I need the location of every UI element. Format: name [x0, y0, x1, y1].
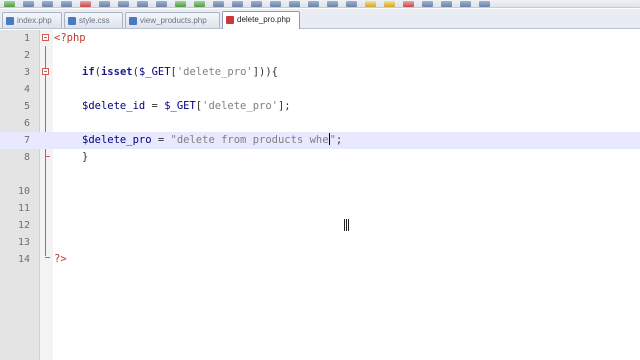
replace-icon[interactable] [232, 1, 243, 7]
code-line: 1 <?php [0, 30, 640, 47]
code-line: 4 [0, 81, 640, 98]
line-number: 2 [23, 50, 30, 61]
tab-view-products-php[interactable]: view_products.php [125, 12, 220, 28]
keyword-isset: isset [100, 66, 133, 78]
line-number: 3 [23, 67, 30, 78]
close-brace: } [82, 151, 89, 163]
code-line: 3 if(isset($_GET['delete_pro'])){ [0, 64, 640, 81]
line-number: 8 [23, 152, 30, 163]
code-text: $delete_pro = "delete from products whe"… [82, 132, 342, 149]
stop-macro-icon[interactable] [422, 1, 433, 7]
sync-scroll-icon[interactable] [289, 1, 300, 7]
statement-end: ]; [277, 100, 291, 112]
code-line: 8 } [0, 149, 640, 166]
code-line: 10 [0, 183, 640, 200]
code-text: ?> [54, 251, 67, 268]
tab-label: view_products.php [140, 16, 207, 25]
code-text: if(isset($_GET['delete_pro'])){ [82, 64, 278, 81]
tab-label: delete_pro.php [237, 15, 291, 24]
zoom-in-icon[interactable] [251, 1, 262, 7]
unsaved-file-icon [226, 16, 234, 24]
line-number: 6 [23, 118, 30, 129]
save-macro-icon[interactable] [479, 1, 490, 7]
tab-delete-pro-php[interactable]: delete_pro.php [222, 11, 300, 29]
copy-icon[interactable] [137, 1, 148, 7]
toolbar [0, 0, 640, 8]
code-text: $delete_id = $_GET['delete_pro']; [82, 98, 291, 115]
cut-icon[interactable] [118, 1, 129, 7]
save-all-icon[interactable] [61, 1, 72, 7]
new-file-icon[interactable] [4, 1, 15, 7]
zoom-out-icon[interactable] [270, 1, 281, 7]
variable-get: $_GET [138, 66, 171, 78]
show-all-chars-icon[interactable] [327, 1, 338, 7]
semicolon: ; [335, 134, 343, 146]
assign-op: = [151, 134, 171, 146]
tab-bar: index.php style.css view_products.php de… [0, 9, 640, 29]
code-text: <?php [54, 30, 86, 47]
line-number: 5 [23, 101, 30, 112]
string-key: 'delete_pro' [202, 100, 278, 112]
indent-guide-icon[interactable] [346, 1, 357, 7]
record-macro-icon[interactable] [403, 1, 414, 7]
variable-delete-id: $delete_id [82, 100, 146, 112]
tab-label: style.css [79, 16, 110, 25]
code-line: 5 $delete_id = $_GET['delete_pro']; [0, 98, 640, 115]
php-file-icon [129, 17, 137, 25]
paste-icon[interactable] [156, 1, 167, 7]
open-file-icon[interactable] [23, 1, 34, 7]
find-icon[interactable] [213, 1, 224, 7]
tab-label: index.php [17, 16, 52, 25]
word-wrap-icon[interactable] [308, 1, 319, 7]
line-number: 4 [23, 84, 30, 95]
code-text: } [82, 149, 88, 166]
tab-index-php[interactable]: index.php [2, 12, 62, 28]
line-number: 7 [23, 135, 30, 146]
css-file-icon [68, 17, 76, 25]
print-icon[interactable] [99, 1, 110, 7]
mouse-ibeam-cursor-icon [344, 219, 349, 231]
code-line: 14 ?> [0, 251, 640, 268]
fold-toggle-icon[interactable] [42, 34, 49, 41]
code-line: 6 [0, 115, 640, 132]
fold-toggle-icon[interactable] [42, 68, 49, 75]
variable-get: $_GET [164, 100, 196, 112]
code-line: 11 [0, 200, 640, 217]
save-icon[interactable] [42, 1, 53, 7]
code-line: 13 [0, 234, 640, 251]
line-number: 10 [17, 186, 30, 197]
close-file-icon[interactable] [80, 1, 91, 7]
if-close: ])){ [252, 66, 279, 78]
keyword-if: if [82, 66, 95, 78]
run-macro-icon[interactable] [460, 1, 471, 7]
line-number: 14 [17, 254, 30, 265]
string-key: 'delete_pro' [176, 66, 253, 78]
line-number: 12 [17, 220, 30, 231]
code-editor[interactable]: 1 <?php 2 3 if(isset($_GET['delete_pro']… [0, 30, 640, 360]
line-number: 1 [23, 33, 30, 44]
redo-icon[interactable] [194, 1, 205, 7]
variable-delete-pro: $delete_pro [82, 134, 152, 146]
line-number: 11 [17, 203, 30, 214]
function-list-icon[interactable] [384, 1, 395, 7]
assign-op: = [145, 100, 165, 112]
code-line: 2 [0, 47, 640, 64]
tab-style-css[interactable]: style.css [64, 12, 123, 28]
sql-string: "delete from products whe [170, 134, 329, 146]
php-file-icon [6, 17, 14, 25]
play-macro-icon[interactable] [441, 1, 452, 7]
line-number: 13 [17, 237, 30, 248]
php-open-tag: <?php [54, 32, 86, 44]
code-line: 12 [0, 217, 640, 234]
folder-as-workspace-icon[interactable] [365, 1, 376, 7]
php-close-tag: ?> [54, 253, 67, 265]
current-code-line: 7 $delete_pro = "delete from products wh… [0, 132, 640, 149]
undo-icon[interactable] [175, 1, 186, 7]
